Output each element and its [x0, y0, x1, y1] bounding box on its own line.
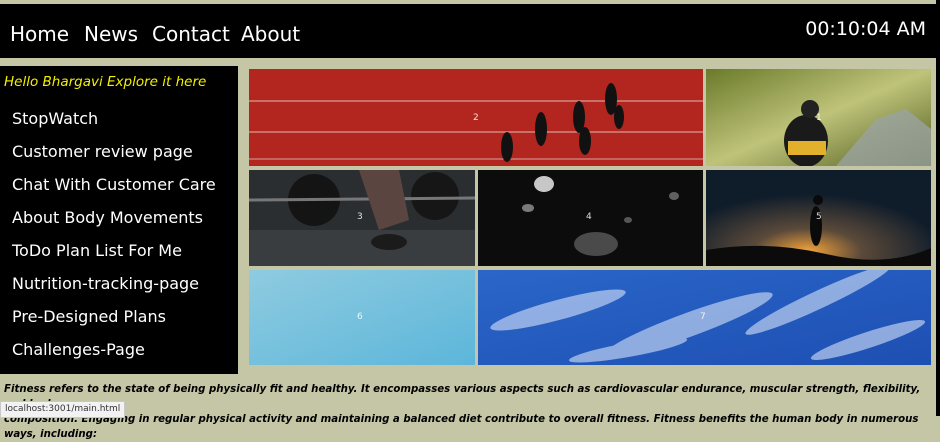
nav-home-link[interactable]: Home [10, 22, 69, 46]
description-line-1: Fitness refers to the state of being phy… [4, 384, 921, 410]
tile-number: 1 [816, 113, 822, 123]
gallery-tile-dark-runner[interactable]: 4 [478, 170, 703, 266]
greeting-text: Hello Bhargavi Explore it here [4, 74, 207, 90]
tile-number: 2 [473, 113, 479, 123]
nav-contact-link[interactable]: Contact [152, 22, 230, 46]
gallery-tile-barbell[interactable]: 3 [249, 170, 475, 266]
tile-number: 4 [586, 212, 592, 222]
gallery-tile-runners-track[interactable]: 2 [249, 69, 703, 166]
sidebar-link-stopwatch[interactable]: StopWatch [12, 109, 98, 128]
gallery-tile-sunset-runner[interactable]: 5 [706, 170, 931, 266]
gallery-tile-blue-sky[interactable]: 7 [478, 270, 931, 365]
fitness-description: Fitness refers to the state of being phy… [4, 382, 934, 442]
clock-display: 00:10:04 AM [805, 18, 926, 40]
gallery-tile-light-blue[interactable]: 6 [249, 270, 475, 365]
sidebar-link-predesigned-plans[interactable]: Pre-Designed Plans [12, 307, 166, 326]
tile-number: 6 [357, 312, 363, 322]
tile-number: 5 [816, 212, 822, 222]
tile-number: 3 [357, 212, 363, 222]
sidebar-link-todo-plan[interactable]: ToDo Plan List For Me [12, 241, 182, 260]
top-navbar: Home News Contact About 00:10:04 AM [0, 4, 936, 58]
sidebar-link-customer-review[interactable]: Customer review page [12, 142, 193, 161]
gallery-tile-cyclist[interactable]: 1 [706, 69, 931, 166]
nav-news-link[interactable]: News [84, 22, 138, 46]
status-bar-url: localhost:3001/main.html [0, 401, 126, 418]
sidebar: Hello Bhargavi Explore it here StopWatch… [0, 66, 238, 374]
window-edge [936, 0, 940, 416]
sidebar-link-challenges[interactable]: Challenges-Page [12, 340, 145, 359]
sidebar-link-nutrition-tracking[interactable]: Nutrition-tracking-page [12, 274, 199, 293]
description-line-2: composition. Engaging in regular physica… [4, 414, 919, 440]
tile-number: 7 [700, 312, 706, 322]
sidebar-link-chat-customer-care[interactable]: Chat With Customer Care [12, 175, 216, 194]
nav-about-link[interactable]: About [241, 22, 300, 46]
sidebar-link-body-movements[interactable]: About Body Movements [12, 208, 203, 227]
